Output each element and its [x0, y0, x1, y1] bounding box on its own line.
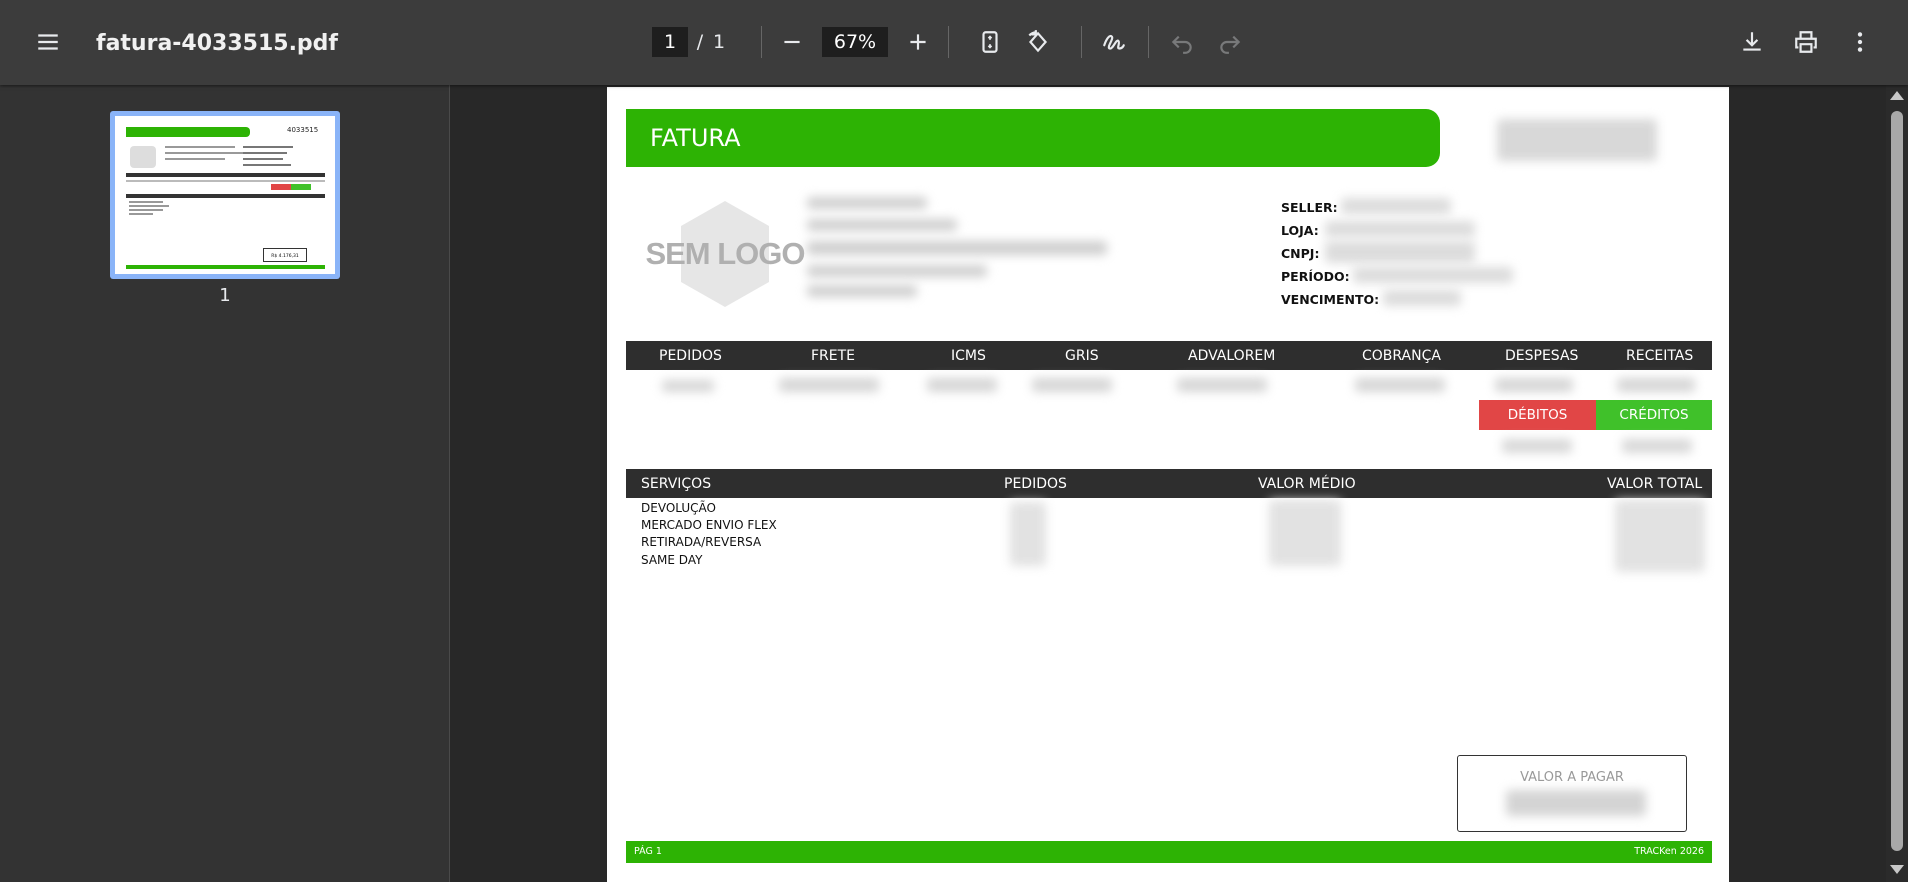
redacted-value — [779, 378, 879, 392]
redacted-value — [1495, 378, 1573, 392]
service-row: MERCADO ENVIO FLEX — [641, 518, 777, 532]
page-number-input[interactable]: 1 — [652, 27, 688, 57]
vencimento-label: VENCIMENTO: — [1281, 292, 1380, 307]
col-gris: GRIS — [1065, 348, 1099, 364]
scroll-down-arrow-icon[interactable] — [1890, 865, 1904, 874]
col-icms: ICMS — [951, 348, 986, 364]
thumbnail-invoice-number: 4033515 — [287, 126, 319, 134]
scroll-up-arrow-icon[interactable] — [1890, 91, 1904, 100]
menu-icon[interactable] — [26, 20, 70, 64]
col-receitas: RECEITAS — [1626, 348, 1694, 364]
debits-badge: DÉBITOS — [1479, 400, 1596, 430]
redacted-value — [1383, 290, 1461, 306]
zoom-in-icon[interactable] — [896, 20, 940, 64]
amount-due-box: VALOR A PAGAR — [1457, 755, 1687, 832]
redacted-value — [1506, 790, 1646, 816]
invoice-title-bar: FATURA — [626, 109, 1440, 167]
col-pedidos: PEDIDOS — [659, 348, 722, 364]
cnpj-label: CNPJ: — [1281, 246, 1320, 261]
summary-table-header: PEDIDOS FRETE ICMS GRIS ADVALOREM COBRAN… — [626, 341, 1712, 370]
fit-page-icon[interactable] — [968, 20, 1012, 64]
thumbnail-sidebar: 4033515 R$ 4.176,31 1 — [0, 85, 450, 882]
redacted-value — [1269, 500, 1341, 566]
redacted-value — [1615, 500, 1705, 572]
redacted-value — [1010, 502, 1046, 566]
redacted-value — [1325, 221, 1475, 237]
redacted-value — [1325, 241, 1475, 263]
document-filename: fatura-4033515.pdf — [96, 30, 338, 56]
services-table-header: SERVIÇOS PEDIDOS VALOR MÉDIO VALOR TOTAL — [626, 469, 1712, 498]
redacted-value — [1502, 439, 1572, 453]
redacted-value — [1355, 378, 1445, 392]
col-servicos: SERVIÇOS — [641, 476, 712, 492]
col-cobranca: COBRANÇA — [1362, 348, 1441, 364]
thumbnail-pay-value: R$ 4.176,31 — [263, 248, 307, 262]
periodo-label: PERÍODO: — [1281, 269, 1350, 284]
col-despesas: DESPESAS — [1505, 348, 1579, 364]
redacted-value — [1622, 439, 1692, 453]
col-pedidos: PEDIDOS — [1004, 476, 1067, 492]
vertical-scrollbar[interactable] — [1886, 85, 1908, 882]
redacted-text — [807, 197, 927, 209]
zoom-out-icon[interactable] — [770, 20, 814, 64]
zoom-level-input[interactable]: 67% — [822, 27, 888, 57]
service-row: DEVOLUÇÃO — [641, 501, 716, 515]
col-valor-total: VALOR TOTAL — [1607, 476, 1703, 492]
credits-badge: CRÉDITOS — [1596, 400, 1712, 430]
download-icon[interactable] — [1730, 20, 1774, 64]
toolbar-divider — [1148, 26, 1149, 58]
redacted-invoice-number — [1497, 119, 1657, 161]
scrollbar-thumb[interactable] — [1891, 111, 1903, 851]
redacted-value — [1032, 378, 1112, 392]
amount-due-label: VALOR A PAGAR — [1520, 770, 1624, 785]
loja-label: LOJA: — [1281, 223, 1319, 238]
col-frete: FRETE — [811, 348, 856, 364]
thumbnail-page-label: 1 — [219, 285, 231, 306]
pdf-page: FATURA SEM LOGO SELLER: LOJA: CNPJ: PERÍ… — [607, 87, 1729, 882]
footer-page: PÁG 1 — [634, 846, 662, 857]
page-separator: / — [696, 31, 704, 53]
redacted-text — [807, 285, 917, 297]
service-row: SAME DAY — [641, 553, 703, 567]
invoice-title: FATURA — [650, 124, 741, 152]
pdf-toolbar: fatura-4033515.pdf 1 / 1 67% — [0, 0, 1908, 85]
redacted-text — [807, 241, 1107, 255]
service-row: RETIRADA/REVERSA — [641, 535, 762, 549]
redacted-value — [927, 378, 997, 392]
toolbar-divider — [1081, 26, 1082, 58]
redacted-text — [807, 219, 957, 231]
col-valor-medio: VALOR MÉDIO — [1258, 476, 1356, 492]
rotate-icon[interactable] — [1016, 20, 1060, 64]
logo-text: SEM LOGO — [645, 236, 804, 271]
toolbar-divider — [761, 26, 762, 58]
undo-icon[interactable] — [1160, 20, 1204, 64]
redo-icon[interactable] — [1208, 20, 1252, 64]
print-icon[interactable] — [1784, 20, 1828, 64]
draw-annotation-icon[interactable] — [1092, 20, 1136, 64]
redacted-value — [1617, 378, 1695, 392]
more-options-icon[interactable] — [1838, 20, 1882, 64]
company-logo-placeholder: SEM LOGO — [645, 199, 806, 309]
toolbar-divider — [948, 26, 949, 58]
total-pages: 1 — [712, 31, 726, 53]
redacted-text — [807, 265, 987, 277]
redacted-value — [1177, 378, 1267, 392]
redacted-value — [1353, 267, 1513, 283]
redacted-value — [1341, 198, 1451, 214]
seller-label: SELLER: — [1281, 200, 1338, 215]
thumbnail-preview: 4033515 R$ 4.176,31 — [115, 116, 335, 274]
redacted-value — [662, 380, 714, 392]
page-thumbnail[interactable]: 4033515 R$ 4.176,31 — [110, 111, 340, 279]
col-advalorem: ADVALOREM — [1188, 348, 1276, 364]
page-footer: PÁG 1 TRACKen 2026 — [626, 841, 1712, 863]
footer-brand: TRACKen 2026 — [1634, 846, 1704, 857]
